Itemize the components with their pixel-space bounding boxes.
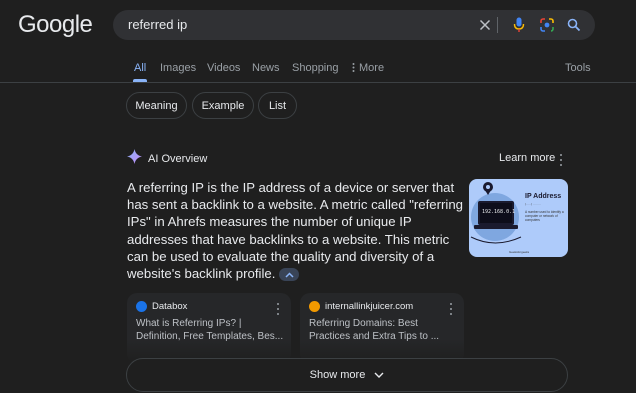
search-tabs: All Images Videos News Shopping More Too… [0,56,636,82]
databox-favicon-icon [136,301,147,312]
search-input[interactable]: referred ip [128,17,187,32]
source-site: internallinkjuicer.com [309,301,413,312]
source-card-internallinkjuicer[interactable]: internallinkjuicer.com Referring Domains… [300,293,464,363]
tab-images[interactable]: Images [160,62,196,74]
thumbnail-screen-text: 192.168.0.1 [482,209,516,215]
tab-shopping[interactable]: Shopping [292,62,339,74]
chip-example[interactable]: Example [192,92,254,119]
thumbnail-title: IP Address [525,193,562,200]
ai-overview-text: A referring IP is the IP address of a de… [127,179,467,282]
ai-overview-header: AI Overview [127,149,208,169]
learn-more-link[interactable]: Learn more [499,152,555,164]
search-box[interactable]: referred ip [113,10,595,40]
chevron-up-icon [285,271,294,278]
ip-address-thumbnail[interactable]: 192.168.0.1 IP Address (·····) ········ … [469,179,568,257]
tab-videos[interactable]: Videos [207,62,240,74]
source-site: Databox [136,301,187,312]
tab-news[interactable]: News [252,62,280,74]
ai-overview-paragraph: A referring IP is the IP address of a de… [127,180,463,282]
ai-overview-menu-icon[interactable] [558,154,564,166]
source-menu-icon[interactable] [275,303,281,315]
thumbnail-footer: Geeksforgeeks [509,250,530,254]
search-icon[interactable] [564,15,584,35]
tab-all[interactable]: All [134,62,146,74]
collapse-button[interactable] [279,268,300,282]
show-more-label: Show more [309,369,366,381]
chip-meaning[interactable]: Meaning [126,92,187,119]
source-card-databox[interactable]: Databox What is Referring IPs? | Definit… [127,293,291,363]
tabs-divider [0,82,636,83]
header: Google referred ip [0,0,636,56]
tab-more-label: More [359,62,385,74]
tools-button[interactable]: Tools [565,62,591,74]
google-lens-icon[interactable] [537,15,557,35]
thumbnail-description: A number used to identify a computer or … [525,210,564,222]
google-logo[interactable]: Google [18,11,93,39]
source-menu-icon[interactable] [448,303,454,315]
thumbnail-subtitle: (·····) ········ [525,202,541,206]
search-divider [497,17,498,33]
clear-icon[interactable] [475,15,495,35]
ai-overview-title: AI Overview [148,153,208,165]
show-more-button[interactable]: Show more [126,358,568,392]
chevron-down-icon [374,372,384,378]
internallinkjuicer-favicon-icon [309,301,320,312]
microphone-icon[interactable] [509,15,529,35]
chip-list[interactable]: List [258,92,297,119]
sparkle-icon [127,149,142,169]
tab-more[interactable]: More [352,62,384,74]
source-site-name: internallinkjuicer.com [325,301,414,312]
source-site-name: Databox [152,301,188,312]
more-vert-icon [352,63,355,72]
